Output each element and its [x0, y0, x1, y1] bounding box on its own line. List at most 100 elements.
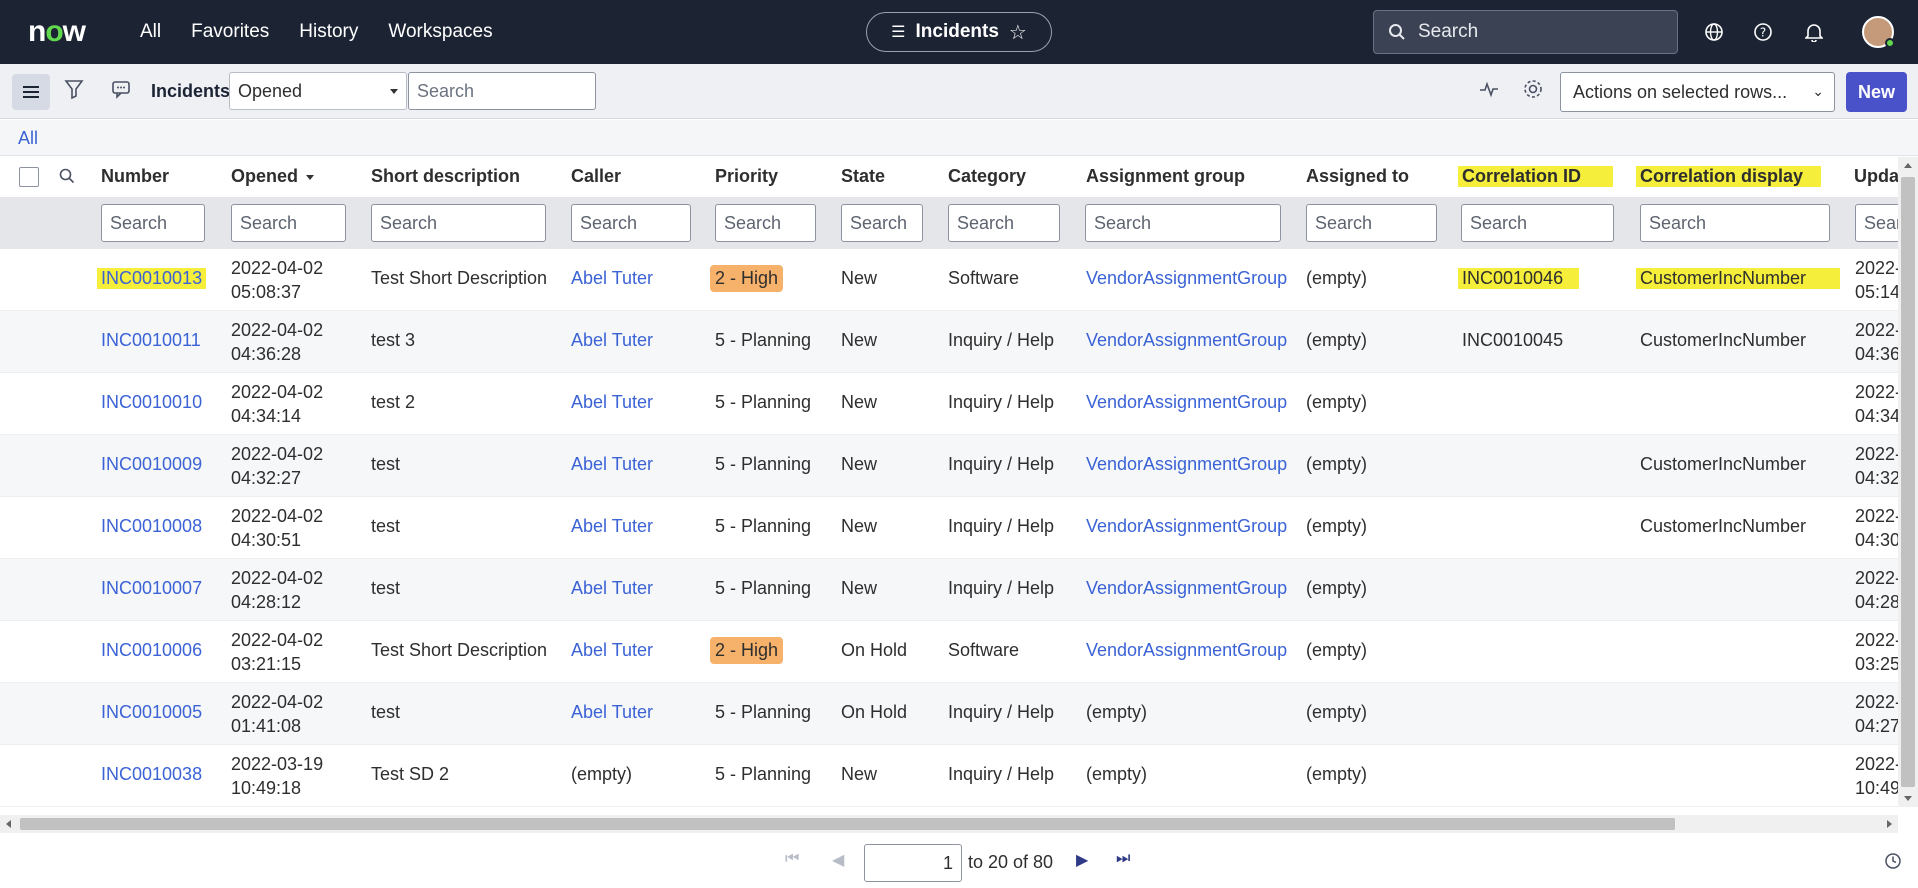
incident-number-link[interactable]: INC0010010 [101, 392, 202, 413]
incident-number-link[interactable]: INC0010013 [97, 268, 207, 289]
filter-icon[interactable] [64, 78, 84, 105]
assignment-group-link[interactable]: VendorAssignmentGroup [1086, 454, 1287, 475]
search-icon[interactable] [58, 167, 76, 190]
activity-pulse-icon[interactable] [1478, 78, 1500, 105]
caller-link[interactable]: Abel Tuter [571, 516, 653, 537]
help-icon[interactable]: ? [1749, 18, 1777, 46]
servicenow-logo[interactable]: now [28, 15, 100, 49]
horizontal-scrollbar-thumb[interactable] [20, 818, 1675, 830]
nav-workspaces[interactable]: Workspaces [388, 21, 492, 43]
caller-link[interactable]: Abel Tuter [571, 268, 653, 289]
notifications-bell-icon[interactable] [1800, 18, 1828, 46]
assignment-group-link[interactable]: VendorAssignmentGroup [1086, 516, 1287, 537]
priority-badge: 2 - High [710, 637, 784, 664]
column-search-assigned-to[interactable]: Search [1306, 204, 1437, 242]
assignment-group-link[interactable]: VendorAssignmentGroup [1086, 268, 1287, 289]
globe-icon[interactable] [1700, 18, 1728, 46]
actions-on-selected-rows-select[interactable]: Actions on selected rows... ⌄ [1560, 72, 1835, 112]
caller-link[interactable]: Abel Tuter [571, 392, 653, 413]
table-row[interactable]: INC0010038 2022-03-19 10:49:18 Test SD 2 … [0, 745, 1898, 807]
column-search-opened[interactable]: Search [231, 204, 346, 242]
column-header-correlation-display[interactable]: Correlation display [1636, 166, 1822, 187]
incident-number-link[interactable]: INC0010008 [101, 516, 202, 537]
scroll-down-arrow-icon[interactable] [1904, 796, 1912, 801]
nav-history[interactable]: History [299, 21, 358, 43]
column-header-correlation-id[interactable]: Correlation ID [1458, 166, 1614, 187]
vertical-scrollbar[interactable] [1898, 157, 1918, 807]
incident-number-link[interactable]: INC0010005 [101, 702, 202, 723]
favorite-star-icon[interactable]: ☆ [1009, 20, 1027, 45]
table-row[interactable]: INC0010009 2022-04-02 04:32:27 test Abel … [0, 435, 1898, 497]
scroll-left-arrow-icon[interactable] [6, 820, 11, 828]
context-title-pill[interactable]: ☰ Incidents ☆ [866, 12, 1052, 52]
column-search-short-description[interactable]: Search [371, 204, 546, 242]
search-field-select[interactable]: Opened [229, 72, 407, 110]
column-header-priority[interactable]: Priority [715, 166, 778, 187]
select-all-checkbox[interactable] [19, 167, 39, 187]
column-search-number[interactable]: Search [101, 204, 205, 242]
column-header-updated[interactable]: Updat [1854, 166, 1898, 187]
incident-number-link[interactable]: INC0010006 [101, 640, 202, 661]
horizontal-scrollbar[interactable] [0, 815, 1898, 833]
table-row[interactable]: INC0010013 2022-04-02 05:08:37 Test Short… [0, 249, 1898, 311]
incident-number-link[interactable]: INC0010011 [101, 330, 201, 351]
last-page-icon[interactable]: ⏭ [1116, 850, 1130, 868]
incident-number-link[interactable]: INC0010038 [101, 764, 202, 785]
table-row[interactable]: INC0010008 2022-04-02 04:30:51 test Abel … [0, 497, 1898, 559]
caller-link[interactable]: Abel Tuter [571, 640, 653, 661]
table-row[interactable]: INC0010006 2022-04-02 03:21:15 Test Short… [0, 621, 1898, 683]
column-header-short-description[interactable]: Short description [371, 166, 520, 187]
column-search-row: Search Search Search Search Search Searc… [0, 197, 1898, 249]
user-avatar[interactable] [1862, 16, 1895, 48]
response-time-clock-icon[interactable] [1884, 852, 1902, 875]
global-search-input[interactable]: Search [1373, 10, 1678, 54]
column-search-correlation-display[interactable]: Search [1640, 204, 1830, 242]
nav-favorites[interactable]: Favorites [191, 21, 269, 43]
incident-number-link[interactable]: INC0010007 [101, 578, 202, 599]
column-search-priority[interactable]: Search [715, 204, 816, 242]
previous-page-icon[interactable]: ◀ [832, 850, 844, 870]
column-header-caller[interactable]: Caller [571, 166, 621, 187]
table-row[interactable]: INC0010005 2022-04-02 01:41:08 test Abel … [0, 683, 1898, 745]
assignment-group-link[interactable]: VendorAssignmentGroup [1086, 392, 1287, 413]
column-header-state[interactable]: State [841, 166, 885, 187]
vertical-scrollbar-thumb[interactable] [1901, 177, 1915, 787]
column-header-opened[interactable]: Opened [231, 166, 315, 187]
gear-icon[interactable] [1522, 78, 1544, 105]
updated-date-value: 2022- [1855, 258, 1898, 278]
first-page-icon[interactable]: ⏮ [785, 850, 799, 868]
caller-link[interactable]: Abel Tuter [571, 578, 653, 599]
list-menu-button[interactable] [12, 74, 50, 110]
column-search-caller[interactable]: Search [571, 204, 691, 242]
column-header-assignment-group[interactable]: Assignment group [1086, 166, 1245, 187]
caller-link[interactable]: Abel Tuter [571, 702, 653, 723]
updated-time-value: 04:36 [1855, 344, 1898, 364]
column-search-correlation-id[interactable]: Search [1461, 204, 1614, 242]
assigned-to: (empty) [1306, 764, 1368, 784]
table-row[interactable]: INC0010011 2022-04-02 04:36:28 test 3 Abe… [0, 311, 1898, 373]
assignment-group-link[interactable]: VendorAssignmentGroup [1086, 640, 1287, 661]
column-header-assigned-to[interactable]: Assigned to [1306, 166, 1409, 187]
assignment-group-link[interactable]: VendorAssignmentGroup [1086, 578, 1287, 599]
nav-all[interactable]: All [140, 21, 161, 43]
column-search-updated[interactable]: Sear [1855, 204, 1898, 242]
column-header-number[interactable]: Number [101, 166, 169, 187]
next-page-icon[interactable]: ▶ [1076, 850, 1088, 870]
caller-link[interactable]: Abel Tuter [571, 454, 653, 475]
column-search-state[interactable]: Search [841, 204, 923, 242]
list-search-input[interactable]: Search [408, 72, 596, 110]
assignment-group-link[interactable]: VendorAssignmentGroup [1086, 330, 1287, 351]
new-button[interactable]: New [1846, 72, 1907, 112]
column-search-assignment-group[interactable]: Search [1085, 204, 1281, 242]
column-header-category[interactable]: Category [948, 166, 1026, 187]
scroll-right-arrow-icon[interactable] [1887, 820, 1892, 828]
page-number-input[interactable]: 1 [864, 844, 962, 882]
table-row[interactable]: INC0010007 2022-04-02 04:28:12 test Abel … [0, 559, 1898, 621]
incident-number-link[interactable]: INC0010009 [101, 454, 202, 475]
breadcrumb-all-link[interactable]: All [18, 128, 38, 149]
comment-icon[interactable] [110, 78, 132, 105]
scroll-up-arrow-icon[interactable] [1904, 163, 1912, 168]
column-search-category[interactable]: Search [948, 204, 1060, 242]
caller-link[interactable]: Abel Tuter [571, 330, 653, 351]
table-row[interactable]: INC0010010 2022-04-02 04:34:14 test 2 Abe… [0, 373, 1898, 435]
